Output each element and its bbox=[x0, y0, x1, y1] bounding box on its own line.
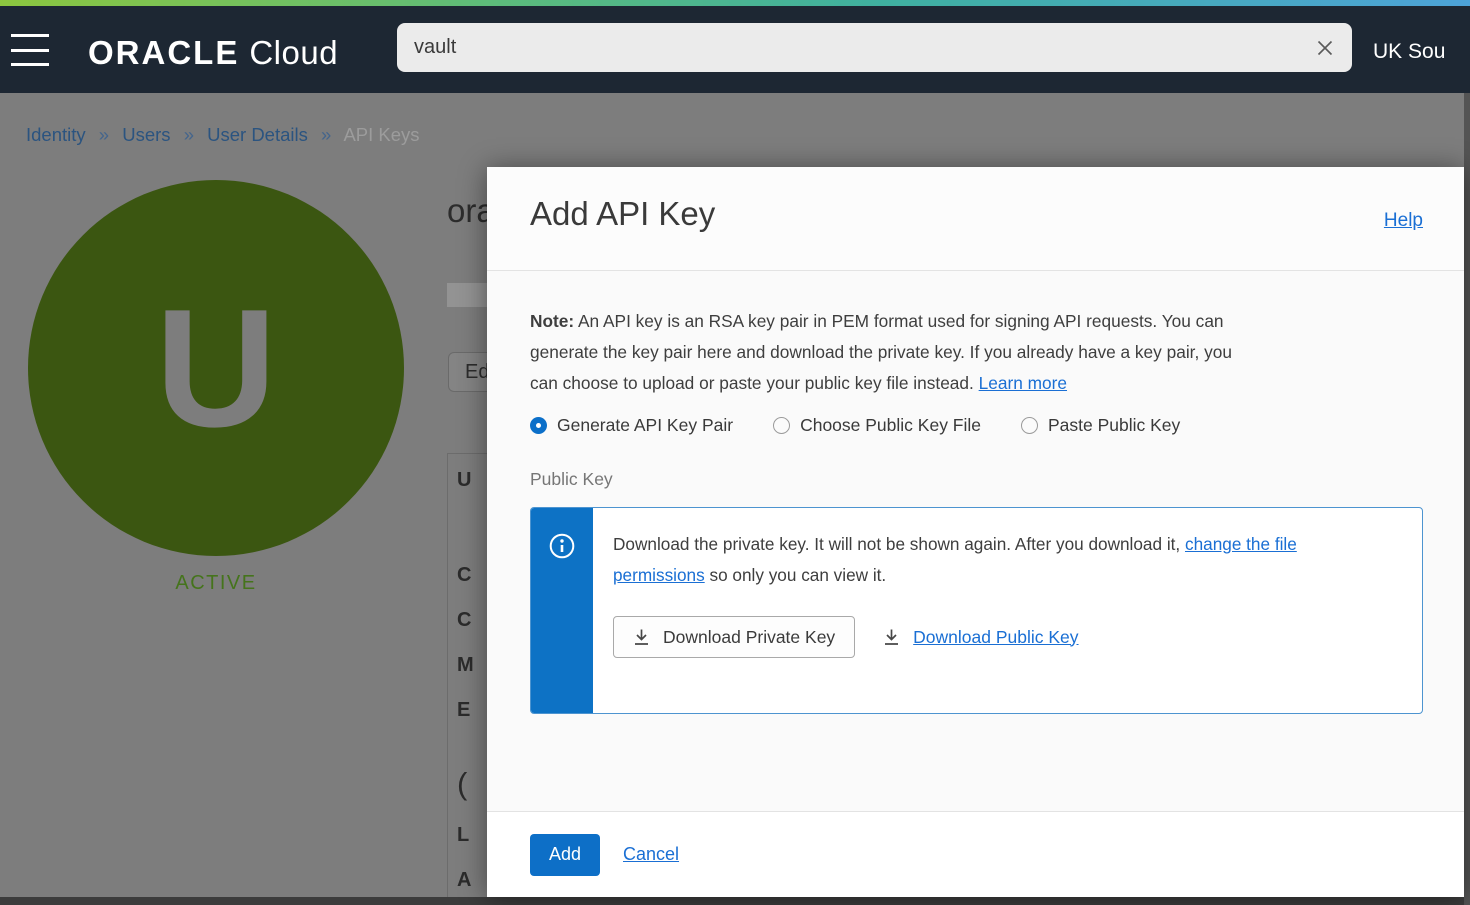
info-banner-stripe bbox=[531, 508, 593, 713]
breadcrumb-separator: » bbox=[99, 124, 109, 145]
radio-label: Generate API Key Pair bbox=[557, 415, 733, 436]
download-public-key-link[interactable]: Download Public Key bbox=[913, 627, 1078, 648]
note-line: An API key is an RSA key pair in PEM for… bbox=[578, 311, 1224, 331]
logo-oracle-text: ORACLE bbox=[88, 34, 239, 72]
info-banner: Download the private key. It will not be… bbox=[530, 507, 1423, 714]
info-icon bbox=[548, 532, 576, 560]
radio-generate-api-key-pair[interactable]: Generate API Key Pair bbox=[530, 415, 733, 436]
download-private-key-label: Download Private Key bbox=[663, 627, 835, 648]
info-banner-text: Download the private key. It will not be… bbox=[613, 529, 1391, 591]
radio-unselected-icon[interactable] bbox=[1021, 417, 1038, 434]
note-text: Note: An API key is an RSA key pair in P… bbox=[530, 306, 1232, 399]
region-selector[interactable]: UK Sou bbox=[1373, 40, 1470, 64]
download-public-key-group: Download Public Key bbox=[883, 627, 1078, 648]
page-scrollbar[interactable] bbox=[1464, 93, 1470, 905]
note-bold: Note: bbox=[530, 311, 574, 331]
radio-selected-icon[interactable] bbox=[530, 417, 547, 434]
help-link[interactable]: Help bbox=[1384, 210, 1423, 232]
oracle-cloud-console: ORACLE Cloud vault UK Sou Identity » Use… bbox=[0, 0, 1470, 905]
radio-unselected-icon[interactable] bbox=[773, 417, 790, 434]
breadcrumb-user-details: User Details bbox=[207, 124, 308, 145]
info-text-after: so only you can view it. bbox=[705, 565, 887, 585]
note-line: can choose to upload or paste your publi… bbox=[530, 373, 974, 393]
search-input[interactable]: vault bbox=[397, 23, 1352, 72]
menu-button[interactable] bbox=[10, 32, 50, 68]
download-icon bbox=[633, 628, 650, 646]
panel-label-fragment: M bbox=[457, 655, 474, 675]
note-line: generate the key pair here and download … bbox=[530, 337, 1232, 368]
modal-footer: Add Cancel bbox=[487, 811, 1464, 897]
download-private-key-button[interactable]: Download Private Key bbox=[613, 616, 855, 658]
status-badge: ACTIVE bbox=[28, 572, 404, 595]
panel-label-fragment: L bbox=[457, 825, 469, 845]
cancel-link[interactable]: Cancel bbox=[623, 844, 679, 865]
info-banner-content: Download the private key. It will not be… bbox=[593, 508, 1411, 713]
breadcrumb: Identity » Users » User Details » API Ke… bbox=[26, 124, 420, 146]
page-bottom-strip bbox=[0, 897, 1470, 905]
breadcrumb-identity: Identity bbox=[26, 124, 86, 145]
add-button[interactable]: Add bbox=[530, 834, 600, 876]
modal-header: Add API Key Help bbox=[487, 167, 1464, 271]
learn-more-link[interactable]: Learn more bbox=[979, 373, 1067, 393]
top-navigation-bar: ORACLE Cloud vault UK Sou bbox=[0, 6, 1470, 93]
hamburger-icon bbox=[11, 34, 49, 37]
search-value: vault bbox=[414, 23, 456, 72]
add-api-key-modal: Add API Key Help Note: An API key is an … bbox=[487, 167, 1464, 897]
panel-label-fragment: ( bbox=[457, 768, 467, 799]
avatar-initial: U bbox=[155, 284, 276, 452]
radio-label: Choose Public Key File bbox=[800, 415, 981, 436]
download-icon bbox=[883, 628, 900, 646]
hamburger-icon bbox=[11, 63, 49, 66]
panel-label-fragment: U bbox=[457, 470, 471, 490]
breadcrumb-users: Users bbox=[122, 124, 170, 145]
radio-choose-public-key-file[interactable]: Choose Public Key File bbox=[773, 415, 981, 436]
breadcrumb-api-keys: API Keys bbox=[343, 124, 419, 145]
radio-label: Paste Public Key bbox=[1048, 415, 1180, 436]
oracle-cloud-logo[interactable]: ORACLE Cloud bbox=[88, 33, 338, 73]
key-source-radio-group: Generate API Key Pair Choose Public Key … bbox=[530, 415, 1180, 436]
panel-label-fragment: C bbox=[457, 565, 471, 585]
close-icon bbox=[1314, 37, 1336, 59]
public-key-field-label: Public Key bbox=[530, 469, 613, 490]
panel-label-fragment: C bbox=[457, 610, 471, 630]
info-text-before: Download the private key. It will not be… bbox=[613, 534, 1185, 554]
panel-label-fragment: A bbox=[457, 870, 471, 890]
search-clear-button[interactable] bbox=[1308, 31, 1342, 65]
user-avatar: U bbox=[28, 180, 404, 556]
download-buttons-row: Download Private Key Download Public Key bbox=[613, 616, 1391, 658]
breadcrumb-separator: » bbox=[184, 124, 194, 145]
breadcrumb-separator: » bbox=[321, 124, 331, 145]
radio-paste-public-key[interactable]: Paste Public Key bbox=[1021, 415, 1180, 436]
hamburger-icon bbox=[11, 49, 49, 52]
panel-label-fragment: E bbox=[457, 700, 470, 720]
modal-title: Add API Key bbox=[530, 195, 715, 233]
logo-cloud-text: Cloud bbox=[249, 34, 338, 72]
